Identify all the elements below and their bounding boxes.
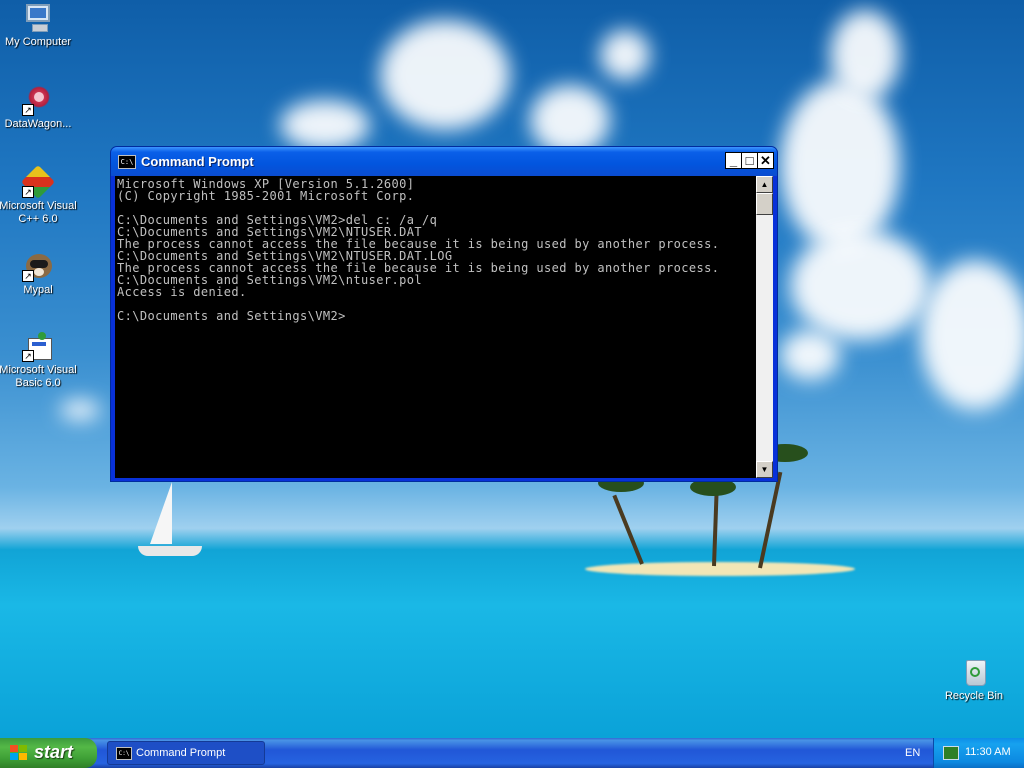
desktop-icon-label: DataWagon... [4,118,72,130]
desktop-icon-label: Recycle Bin [944,690,1004,702]
cloud [530,85,610,155]
scrollbar-thumb[interactable] [756,193,773,215]
shortcut-arrow-icon: ↗ [22,270,34,282]
console-line: (C) Copyright 1985-2001 Microsoft Corp. [117,189,415,203]
command-prompt-window[interactable]: C:\ Command Prompt _ □ ✕ Microsoft Windo… [110,146,778,482]
sailboat-sail [150,482,172,544]
desktop-icon-my-computer[interactable]: My Computer [0,2,78,49]
window-title: Command Prompt [141,154,254,169]
desktop-icon-datawagon[interactable]: ↗ DataWagon... [0,84,78,131]
desktop-icon-mypal[interactable]: ↗ Mypal [0,250,78,297]
console-app-icon: C:\ [116,747,132,760]
start-label: start [34,742,74,762]
my-computer-icon [22,2,54,34]
console-prompt[interactable]: C:\Documents and Settings\VM2> [117,309,346,323]
console-line: Access is denied. [117,285,247,299]
mypal-icon: ↗ [22,250,54,282]
island [585,562,855,576]
close-button[interactable]: ✕ [757,152,774,169]
desktop-icon-label: Mypal [23,284,53,296]
system-tray: 11:30 AM [933,738,1024,768]
minimize-button[interactable]: _ [725,152,742,169]
shortcut-arrow-icon: ↗ [22,350,34,362]
start-button[interactable]: start [0,738,97,768]
datawagon-icon: ↗ [22,84,54,116]
palm-tree-trunk [612,494,644,565]
visual-basic-icon: ↗ [22,330,54,362]
taskbar-button-label: Command Prompt [136,747,226,759]
cloud [60,400,100,420]
maximize-button[interactable]: □ [741,152,758,169]
taskbar-button-command-prompt[interactable]: C:\ Command Prompt [107,741,265,765]
cloud [600,30,650,80]
desktop-icon-label: Microsoft Visual Basic 6.0 [0,364,77,389]
desktop-icon-visual-basic[interactable]: ↗ Microsoft Visual Basic 6.0 [0,330,78,390]
visual-cpp-icon: ↗ [21,165,55,199]
shortcut-arrow-icon: ↗ [22,186,34,198]
network-tray-icon[interactable] [943,746,959,760]
windows-logo-icon [10,745,28,761]
cloud [380,20,510,130]
console-text: Microsoft Windows XP [Version 5.1.2600] … [115,176,756,322]
language-indicator[interactable]: EN [905,747,920,759]
desktop-icon-visual-cpp[interactable]: ↗ Microsoft Visual C++ 6.0 [0,165,78,226]
palm-tree-trunk [712,489,719,567]
cloud [780,80,900,250]
console-output[interactable]: Microsoft Windows XP [Version 5.1.2600] … [115,176,756,478]
cloud [790,230,930,340]
taskbar: start C:\ Command Prompt EN 11:30 AM [0,738,1024,768]
shortcut-arrow-icon: ↗ [22,104,34,116]
clock[interactable]: 11:30 AM [965,746,1011,758]
scroll-down-arrow-icon[interactable]: ▼ [756,461,773,478]
desktop-icon-recycle-bin[interactable]: Recycle Bin [934,656,1014,703]
cloud [780,330,840,380]
sailboat-hull [138,546,202,556]
desktop-icon-label: Microsoft Visual C++ 6.0 [0,200,77,225]
scroll-up-arrow-icon[interactable]: ▲ [756,176,773,193]
vertical-scrollbar[interactable]: ▲ ▼ [756,176,773,478]
cloud [830,10,900,100]
console-app-icon[interactable]: C:\ [118,155,136,169]
cloud [280,100,370,150]
desktop-icon-label: My Computer [4,36,72,48]
palm-tree-trunk [758,471,783,569]
window-title-bar[interactable]: C:\ Command Prompt _ □ ✕ [111,147,777,176]
recycle-bin-icon [958,656,990,688]
cloud [920,260,1024,410]
